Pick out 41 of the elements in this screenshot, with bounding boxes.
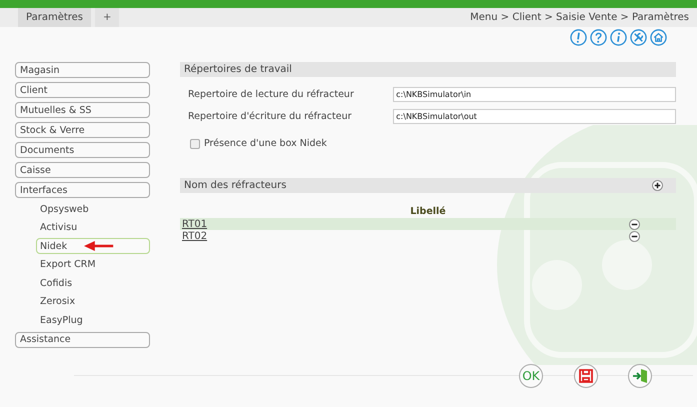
tab[interactable]: + (95, 8, 120, 27)
table-row[interactable]: RT01 (180, 218, 676, 230)
sidebar-subitem[interactable]: Cofidis (36, 275, 76, 292)
sidebar-subitem[interactable]: Zerosix (36, 294, 80, 310)
field-label: Repertoire de lecture du réfracteur (188, 89, 355, 100)
sidebar-subitem[interactable]: Opsysweb (36, 201, 93, 218)
checkbox-label: Présence d'une box Nidek (204, 138, 327, 149)
sidebar-item[interactable]: Documents (15, 142, 150, 158)
sidebar-subitem[interactable]: EasyPlug (36, 312, 87, 328)
refractor-link[interactable]: RT02 (182, 230, 208, 242)
sidebar-subitem[interactable]: Activisu (36, 220, 82, 236)
tab[interactable]: Paramètres (18, 8, 92, 27)
sidebar-item[interactable]: Magasin (15, 62, 150, 78)
section-title: Répertoires de travail (184, 64, 292, 75)
tools-icon[interactable] (630, 28, 647, 46)
sidebar-item[interactable]: Client (15, 82, 150, 98)
sidebar-subitem[interactable]: Export CRM (36, 256, 100, 273)
breadcrumb: Menu > Client > Saisie Vente > Paramètres (470, 12, 689, 23)
home-icon[interactable] (650, 28, 667, 46)
input-field[interactable]: c:\NKBSimulator\in (393, 87, 676, 102)
field-label: Repertoire d'écriture du réfracteur (188, 111, 353, 122)
exit-button[interactable] (628, 364, 652, 388)
sidebar-item[interactable]: Interfaces (15, 182, 150, 198)
alert-icon[interactable] (570, 28, 587, 46)
sidebar-subitem[interactable]: Nidek (36, 238, 150, 254)
section-title: Nom des réfracteurs (184, 180, 286, 191)
refractor-link[interactable]: RT01 (182, 218, 208, 230)
checkbox[interactable] (190, 138, 200, 148)
sidebar-item[interactable]: Assistance (15, 332, 150, 348)
add-icon[interactable] (652, 180, 663, 191)
sidebar-item[interactable]: Caisse (15, 162, 150, 178)
save-button[interactable] (574, 364, 598, 388)
table-row[interactable]: RT02 (180, 230, 676, 242)
column-header: Libellé (410, 206, 446, 217)
help-icon[interactable] (590, 28, 607, 46)
input-field[interactable]: c:\NKBSimulator\out (393, 109, 676, 124)
sidebar-item[interactable]: Mutuelles & SS (15, 102, 150, 118)
sidebar-item[interactable]: Stock & Verre (15, 122, 150, 138)
remove-icon[interactable] (629, 218, 640, 230)
info-icon[interactable] (610, 28, 627, 46)
door-arrow-icon (632, 368, 648, 384)
